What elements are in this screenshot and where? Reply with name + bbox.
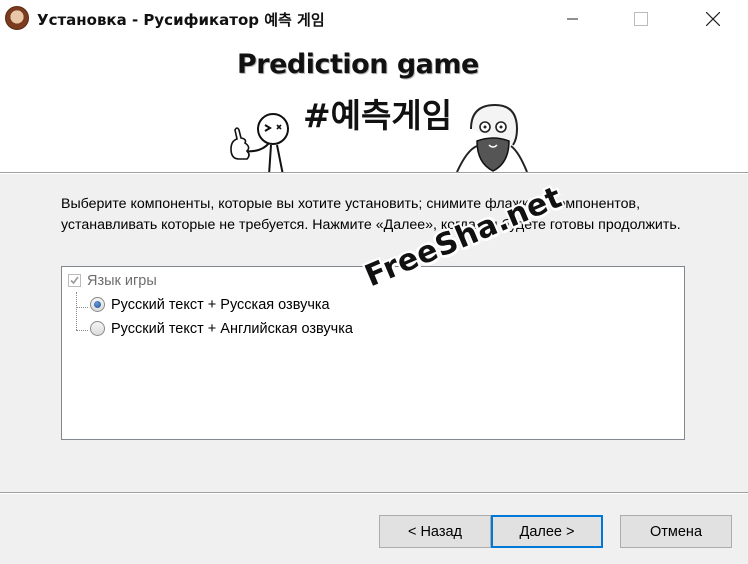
component-option-label: Русский текст + Русская озвучка [111, 297, 330, 313]
tree-connector [76, 292, 77, 330]
component-group-label: Язык игры [87, 273, 157, 289]
minimize-icon [567, 18, 578, 19]
banner-title: Prediction game [237, 49, 479, 80]
next-button[interactable]: Далее > [491, 515, 603, 548]
close-icon [706, 11, 720, 26]
tree-connector [76, 307, 88, 308]
component-group-game-language: Язык игры [68, 273, 157, 289]
maximize-button [618, 0, 664, 37]
component-option-label: Русский текст + Английская озвучка [111, 321, 353, 337]
window-title: Установка - Русификатор 예측 게임 [37, 11, 325, 29]
app-icon [5, 6, 29, 30]
banner-hashtag: #예측게임 [303, 96, 453, 135]
banner-divider-highlight [0, 173, 748, 174]
philosopher-illustration [456, 103, 528, 172]
close-button[interactable] [690, 0, 736, 37]
component-option-russian-voice[interactable]: Русский текст + Русская озвучка [90, 297, 330, 313]
minimize-button[interactable] [550, 0, 596, 37]
maximize-icon [634, 11, 648, 26]
component-option-english-voice[interactable]: Русский текст + Английская озвучка [90, 321, 353, 337]
tree-connector [76, 330, 88, 331]
instructions-text: Выберите компоненты, которые вы хотите у… [61, 196, 681, 233]
radio-button-selected[interactable] [90, 297, 105, 312]
checkbox-icon [68, 274, 81, 287]
stick-figure-illustration [230, 113, 289, 172]
cancel-button[interactable]: Отмена [620, 515, 732, 548]
footer-divider-highlight [0, 493, 748, 494]
banner-image: Prediction game #예측게임 [221, 37, 529, 172]
back-button[interactable]: < Назад [379, 515, 491, 548]
radio-button[interactable] [90, 321, 105, 336]
